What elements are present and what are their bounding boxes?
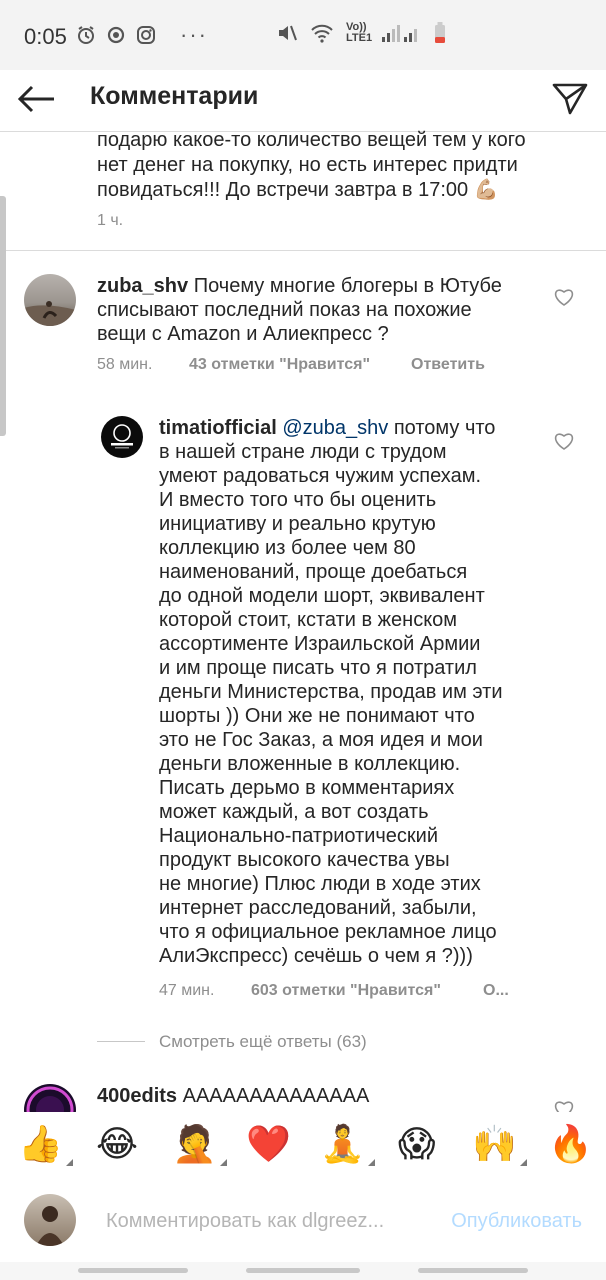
system-nav-bar [0,1262,606,1280]
reply-text-line: интернет расследований, забыли, [159,897,477,919]
avatar-photo [36,1206,64,1246]
emoji-facepalm-button[interactable]: 🤦 [172,1124,227,1166]
send-icon[interactable] [552,82,588,116]
reply-button[interactable]: Ответить [411,356,485,374]
reply-text-line: Писать дерьмо в комментариях [159,777,455,799]
network-label: Vo)) LTE1 [346,21,373,44]
emoji-meditation-button[interactable]: 🧘 [320,1124,375,1166]
mention-link[interactable]: @zuba_shv [282,417,388,439]
mute-icon [279,25,297,41]
reply-text-line: шорты )) Они же не понимают что [159,705,475,727]
comment-likes[interactable]: 43 отметки "Нравится" [189,356,370,374]
caption-divider [0,250,606,251]
emoji-raised-hands-button[interactable]: 🙌 [472,1124,527,1166]
reply-text-line: и им проще писать что я потратил [159,657,477,679]
comment-text-line: списывают последний показ на похожие [97,299,472,321]
comment-username[interactable]: 400edits [97,1085,177,1107]
comment-text-line: вещи с Amazon и Алиекпресс ? [97,323,389,345]
emoji-fire-button[interactable]: 🔥 [548,1124,593,1164]
scrollbar[interactable] [0,196,6,436]
caption-line: нет денег на покупку, но есть интерес пр… [97,154,518,176]
reply-text-line: продукт высокого качества увы [159,849,450,871]
caption: подарю какое-то количество вещей тем у к… [97,128,567,203]
reply-time: 47 мин. [159,982,215,999]
reply-text-line: деньги Министерства, продав им эти [159,681,503,703]
nav-back-handle[interactable] [78,1268,188,1273]
reply-text-line: инициативу и реально крутую [159,513,436,535]
reply-username[interactable]: timatiofficial [159,417,277,439]
comment-body: 400edits АААААААААААААА [97,1084,537,1108]
avatar-logo-icon [111,424,133,449]
caption-line: повидаться!!! До встречи завтра в 17:00 … [97,179,499,201]
reply-button[interactable]: О... [483,982,509,1000]
avatar[interactable] [101,416,143,458]
reply-text-line: это не Гос Заказ, а моя идея и мои [159,729,483,751]
reply-text-line: умеют радоваться чужим успехам. [159,465,482,487]
comment-input[interactable]: Комментировать как dlgreez... [106,1210,384,1233]
reply-text-line: АлиЭкспресс) сечёшь о чем я ?))) [159,945,473,967]
like-heart-icon[interactable] [554,288,574,306]
comment-text: АААААААААААААА [177,1085,370,1107]
my-avatar [24,1194,76,1246]
status-time: 0:05 [24,24,67,49]
status-right-icons: Vo)) LTE1 [276,22,446,44]
nav-recents-handle[interactable] [418,1268,528,1273]
reply-text-line: до одной модели шорт, эквивалент [159,585,485,607]
header: Комментарии [0,70,606,130]
comment-body: zuba_shv Почему многие блогеры в Ютубе с… [97,274,537,346]
reply-text-line: не многие) Плюс люди в ходе этих [159,873,481,895]
avatar[interactable] [24,274,76,326]
emoji-thumbs-up-button[interactable]: 👍 [18,1124,73,1166]
reply-text-line: коллекцию из более чем 80 [159,537,416,559]
back-arrow-icon[interactable] [16,84,56,114]
emoji-joy-button[interactable]: 😂 [96,1124,138,1164]
publish-button[interactable]: Опубликовать [451,1210,582,1233]
emoji-heart-button[interactable]: ❤️ [246,1124,291,1164]
instagram-icon [137,26,155,44]
battery-icon [435,22,445,43]
caption-time: 1 ч. [97,212,124,229]
view-more-replies[interactable]: Смотреть ещё ответы (63) [159,1032,367,1052]
status-left-icons: ··· [76,22,208,48]
view-more-line [97,1041,145,1042]
reply-text-line: наименований, проще доебаться [159,561,468,583]
avatar-photo [24,301,76,326]
sync-icon [107,26,125,44]
like-heart-icon[interactable] [554,432,574,450]
reply-text-line: может каждый, а вот создать [159,801,429,823]
comment-text: Почему многие блогеры в Ютубе [188,275,502,297]
comment-time: 58 мин. [97,356,153,373]
alarm-icon [78,26,94,44]
emoji-bar: 👍 😂 🤦 ❤️ 🧘 😱 🙌 🔥 [0,1112,606,1184]
reply-text-line: в нашей стране люди с трудом [159,441,447,463]
reply-text-line: которой стоит, кстати в женском [159,609,458,631]
wifi-icon [311,24,333,43]
reply-likes[interactable]: 603 отметки "Нравится" [251,982,441,1000]
more-dots-icon: ··· [180,22,208,47]
reply-text-line: что я официальное рекламное лицо [159,921,497,943]
reply-text: потому что [388,417,496,439]
reply-text-line: ассортименте Израильской Армии [159,633,481,655]
nav-home-handle[interactable] [246,1268,360,1273]
comment-input-row: Комментировать как dlgreez... Опубликова… [0,1184,606,1262]
reply-body: timatiofficial @zuba_shv потому что в на… [159,416,539,968]
page-title: Комментарии [90,82,259,110]
signal-icon [382,25,417,42]
comment-username[interactable]: zuba_shv [97,275,188,297]
reply-text-line: Национально-патриотический [159,825,439,847]
reply-text-line: деньги вложенные в коллекцию. [159,753,461,775]
status-bar: 0:05 ··· Vo)) LTE1 [0,0,606,70]
reply-text-line: И вместо того что бы оценить [159,489,437,511]
emoji-scream-button[interactable]: 😱 [398,1124,436,1164]
caption-line: подарю какое-то количество вещей тем у к… [97,129,526,151]
